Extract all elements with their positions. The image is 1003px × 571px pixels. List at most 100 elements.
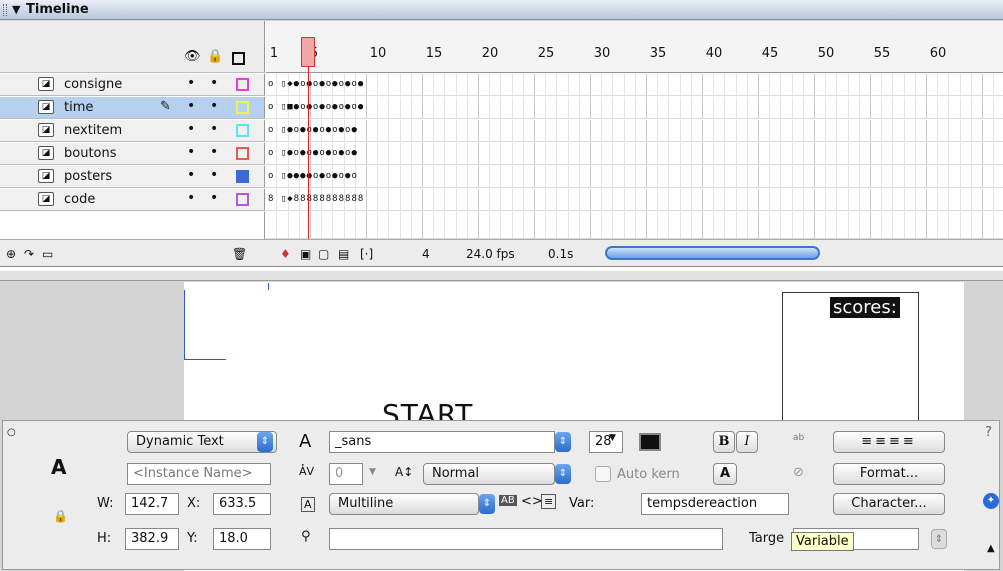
tracking-icon: A̓V [299, 465, 315, 478]
align-center-icon[interactable]: ≡ [875, 434, 889, 449]
layer-color-swatch[interactable] [236, 124, 249, 137]
alignment-buttons[interactable]: ≡≡≡≡ [833, 431, 945, 453]
char-position-select[interactable]: Normal [423, 463, 555, 485]
bold-button[interactable]: B [713, 431, 735, 453]
layer-row-code[interactable]: ◪ code • • [0, 189, 265, 211]
show-border-icon[interactable]: ≡ [541, 494, 557, 509]
visibility-dot[interactable]: • [187, 144, 195, 160]
font-field[interactable]: _sans [329, 431, 555, 453]
lock-dot[interactable]: • [210, 144, 218, 160]
selectable-icon[interactable]: AB [499, 495, 517, 506]
tracking-arrow-icon[interactable]: ▼ [369, 467, 376, 477]
accessibility-icon[interactable]: ✦ [983, 493, 999, 509]
var-field[interactable]: tempsdereaction [641, 493, 789, 515]
text-color-swatch[interactable] [639, 433, 661, 451]
eye-icon[interactable]: 👁 [184, 49, 201, 64]
panel-divider[interactable] [0, 271, 1003, 281]
frame-row[interactable]: o ▯■●o●o●o●o●o● [266, 97, 1003, 119]
font-size-arrow-icon[interactable]: ▼ [609, 433, 616, 443]
timeline-title-bar[interactable]: ▼ Timeline [0, 0, 1003, 20]
layer-row-boutons[interactable]: ◪ boutons • • [0, 143, 265, 165]
frame-row[interactable]: o ▯●o●o●o●o●o● [266, 143, 1003, 165]
layer-row-posters[interactable]: ◪ posters • • [0, 166, 265, 188]
char-position-dropdown-icon[interactable]: ⇕ [555, 464, 571, 484]
visibility-dot[interactable]: • [187, 75, 195, 91]
lock-dot[interactable]: • [210, 75, 218, 91]
format-button[interactable]: Format... [833, 463, 945, 485]
y-field[interactable]: 18.0 [213, 528, 271, 550]
modify-markers-icon[interactable]: [·] [360, 247, 373, 261]
layer-color-swatch[interactable] [236, 78, 249, 91]
outline-icon[interactable] [232, 52, 245, 65]
frame-row[interactable]: o ▯●o●o●o●o●o● [266, 120, 1003, 142]
selection-guide [184, 359, 226, 360]
collapse-triangle-icon[interactable]: ▼ [12, 3, 20, 16]
lock-dot[interactable]: • [210, 121, 218, 137]
anti-alias-button[interactable]: A [713, 463, 737, 485]
pencil-icon: ✎ [160, 99, 171, 114]
visibility-dot[interactable]: • [187, 167, 195, 183]
trash-icon[interactable]: 🗑 [232, 247, 247, 261]
onion-outline-icon[interactable]: ▢ [318, 247, 329, 261]
frame-ruler[interactable]: 1 5 10 15 20 25 30 35 40 45 50 55 60 [266, 21, 1003, 73]
layer-row-time[interactable]: ◪ time ✎ • • [0, 97, 265, 119]
align-left-icon[interactable]: ≡ [861, 434, 875, 449]
layer-icon: ◪ [38, 123, 54, 137]
character-button[interactable]: Character... [833, 493, 945, 515]
dropdown-arrow-icon[interactable]: ⇕ [257, 432, 273, 452]
layer-row-nextitem[interactable]: ◪ nextitem • • [0, 120, 265, 142]
frame-row-empty [266, 212, 1003, 239]
layer-color-swatch[interactable] [236, 101, 249, 114]
lock-icon[interactable]: 🔒 [53, 509, 68, 523]
edit-multiple-frames-icon[interactable]: ▤ [338, 247, 349, 261]
target-dropdown-icon[interactable]: ⇕ [931, 529, 947, 549]
align-right-icon[interactable]: ≡ [889, 434, 903, 449]
lock-dot[interactable]: • [210, 167, 218, 183]
timeline-scrollbar[interactable] [605, 246, 820, 260]
visibility-dot[interactable]: • [187, 121, 195, 137]
italic-button[interactable]: I [736, 431, 758, 453]
font-dropdown-icon[interactable]: ⇕ [555, 432, 571, 452]
add-guide-layer-icon[interactable]: ↷ [24, 247, 34, 261]
auto-kern-checkbox[interactable] [595, 466, 611, 482]
text-tool-icon: A [51, 455, 67, 479]
visibility-dot[interactable]: • [187, 190, 195, 206]
help-icon[interactable]: ? [985, 425, 992, 440]
line-type-select[interactable]: Multiline [329, 493, 479, 515]
visibility-dot[interactable]: • [187, 98, 195, 114]
grip-icon[interactable] [3, 4, 7, 16]
frame-row[interactable]: o ▯◆●o●o●o●o●o● [266, 74, 1003, 96]
font-size-field[interactable]: 28 [589, 431, 623, 453]
panel-collapse-icon[interactable]: ○ [7, 427, 16, 438]
lock-icon[interactable]: 🔒 [207, 49, 223, 64]
tracking-field[interactable]: 0 [329, 463, 363, 485]
expand-triangle-icon[interactable]: ▲ [987, 543, 995, 554]
line-type-dropdown-icon[interactable]: ⇕ [479, 494, 495, 514]
layer-color-swatch[interactable] [236, 147, 249, 160]
add-folder-icon[interactable]: ▭ [42, 247, 53, 261]
render-html-icon[interactable]: <> [521, 494, 543, 509]
instance-name-field[interactable]: <Instance Name> [127, 463, 271, 485]
selection-guide [268, 283, 269, 290]
layer-color-swatch[interactable] [236, 170, 249, 183]
layer-row-consigne[interactable]: ◪ consigne • • [0, 74, 265, 96]
lock-dot[interactable]: • [210, 190, 218, 206]
frame-row[interactable]: o ▯●●●●o●o●o●o [266, 166, 1003, 188]
width-field[interactable]: 142.7 [125, 493, 179, 515]
x-field[interactable]: 633.5 [213, 493, 271, 515]
url-link-icon[interactable]: ⊘ [793, 465, 804, 480]
lock-dot[interactable]: • [210, 98, 218, 114]
text-direction-icon[interactable]: ab [793, 433, 804, 443]
url-field[interactable] [329, 528, 723, 550]
layer-icon: ◪ [38, 100, 54, 114]
frame-row[interactable]: 8 ▯◆88888888888 [266, 189, 1003, 211]
layer-color-swatch[interactable] [236, 193, 249, 206]
justify-icon[interactable]: ≡ [903, 434, 917, 449]
playhead[interactable] [301, 37, 315, 67]
height-field[interactable]: 382.9 [125, 528, 179, 550]
onion-skin-icon[interactable]: ▣ [300, 247, 311, 261]
text-type-select[interactable]: Dynamic Text [127, 431, 277, 453]
add-layer-icon[interactable]: ⊕ [6, 247, 16, 261]
center-frame-icon[interactable]: ♦ [280, 247, 291, 261]
auto-kern-label: Auto kern [617, 467, 680, 482]
